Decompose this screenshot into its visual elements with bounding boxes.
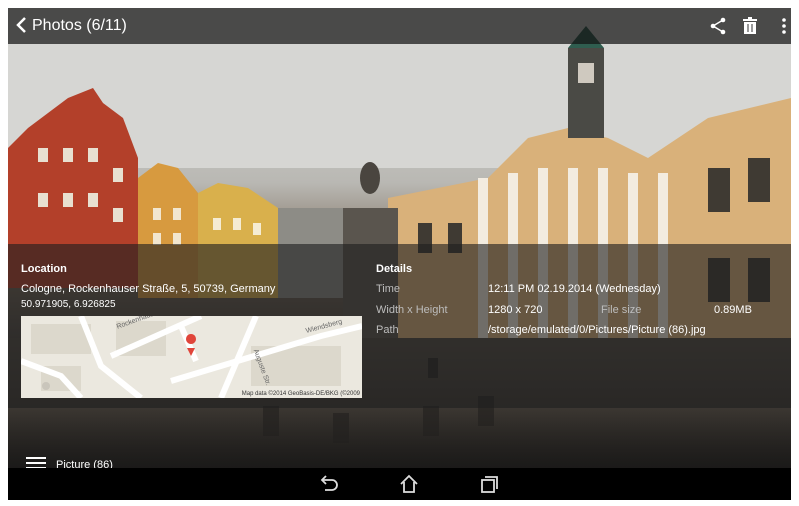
bottom-strip	[8, 408, 791, 468]
nav-back-icon	[320, 475, 338, 491]
filesize-label: File size	[601, 304, 642, 316]
nav-back-button[interactable]	[314, 472, 342, 496]
back-button[interactable]	[12, 13, 32, 37]
location-address: Cologne, Rockenhauser Straße, 5, 50739, …	[21, 283, 276, 295]
trash-icon	[743, 17, 757, 34]
dimensions-value: 1280 x 720	[488, 304, 543, 316]
device-screen: Photos (6/11) Location Cologne, Rockenha…	[8, 8, 791, 500]
delete-button[interactable]	[738, 14, 762, 38]
nav-home-icon	[400, 474, 418, 493]
share-button[interactable]	[706, 14, 730, 38]
system-nav-bar	[8, 468, 791, 500]
location-coordinates: 50.971905, 6.926825	[21, 299, 116, 310]
top-action-bar: Photos (6/11)	[8, 8, 791, 44]
nav-recents-button[interactable]	[474, 472, 502, 496]
map-credit: Map data ©2014 GeoBasis-DE/BKG (©2009	[241, 391, 360, 397]
overflow-menu-icon	[782, 18, 786, 34]
location-map[interactable]: Rockenhauser Wiendsberg Auguste Str. Map…	[21, 316, 362, 398]
path-label: Path	[376, 324, 399, 336]
time-value: 12:11 PM 02.19.2014 (Wednesday)	[488, 283, 661, 295]
path-value: /storage/emulated/0/Pictures/Picture (86…	[488, 324, 706, 336]
nav-home-button[interactable]	[395, 472, 423, 496]
overflow-menu-button[interactable]	[778, 14, 790, 38]
nav-recents-icon	[481, 476, 498, 493]
location-heading: Location	[21, 263, 67, 275]
share-icon	[710, 17, 726, 35]
time-label: Time	[376, 283, 401, 295]
chevron-left-icon	[16, 17, 26, 33]
filesize-value: 0.89MB	[714, 304, 752, 316]
page-title: Photos (6/11)	[32, 17, 127, 34]
dimensions-label: Width x Height	[376, 304, 448, 316]
details-heading: Details	[376, 263, 413, 275]
